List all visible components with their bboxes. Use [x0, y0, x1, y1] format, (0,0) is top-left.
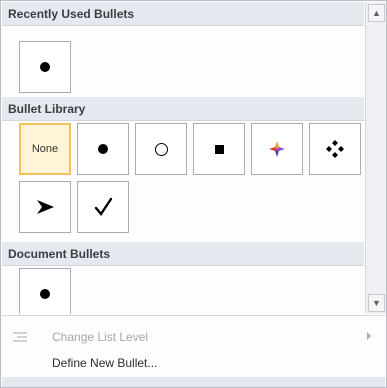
change-list-level-label: Change List Level	[52, 330, 149, 344]
recent-bullet-filled-circle[interactable]	[19, 41, 71, 93]
section-header-document-bullets: Document Bullets	[2, 242, 364, 266]
checkmark-bullet-icon	[94, 197, 113, 217]
scroll-down-button[interactable]: ▼	[368, 294, 385, 312]
diamond-cluster-bullet-icon	[326, 140, 344, 158]
bullet-checkmark[interactable]	[77, 181, 129, 233]
square-bullet-icon	[214, 144, 224, 154]
bullet-filled-circle[interactable]	[77, 123, 129, 175]
bullet-none[interactable]: None	[19, 123, 71, 175]
bullet-arrowhead[interactable]	[19, 181, 71, 233]
filled-circle-bullet-icon	[40, 62, 50, 72]
bullet-diamond-cluster[interactable]	[309, 123, 361, 175]
gallery-scrollbar[interactable]: ▲ ▼	[365, 2, 386, 314]
define-new-bullet-label: Define New Bullet...	[52, 356, 158, 370]
submenu-arrow-icon	[367, 332, 371, 340]
arrowhead-bullet-icon	[37, 200, 54, 214]
document-bullet-filled-circle[interactable]	[19, 268, 71, 314]
menu-item-define-new-bullet[interactable]: Define New Bullet...	[2, 351, 385, 375]
panel-bottom-strip	[2, 377, 385, 387]
menu-divider	[2, 315, 385, 316]
bullet-hollow-circle[interactable]	[135, 123, 187, 175]
scroll-up-button[interactable]: ▲	[368, 4, 385, 22]
menu-item-change-list-level[interactable]: Change List Level	[2, 325, 385, 349]
hollow-circle-bullet-icon	[154, 142, 168, 156]
section-header-recently-used: Recently Used Bullets	[2, 2, 364, 26]
filled-circle-bullet-icon	[98, 144, 108, 154]
colorful-star-bullet-icon	[269, 141, 285, 157]
bullets-dropdown-panel: Recently Used Bullets Bullet Library Non…	[0, 0, 387, 388]
filled-circle-bullet-icon	[40, 289, 50, 299]
bullet-square[interactable]	[193, 123, 245, 175]
section-header-bullet-library: Bullet Library	[2, 97, 364, 121]
bullet-colorful-star[interactable]	[251, 123, 303, 175]
list-level-icon	[13, 332, 27, 342]
bullets-gallery: Recently Used Bullets Bullet Library Non…	[2, 2, 364, 314]
none-label: None	[31, 143, 59, 155]
